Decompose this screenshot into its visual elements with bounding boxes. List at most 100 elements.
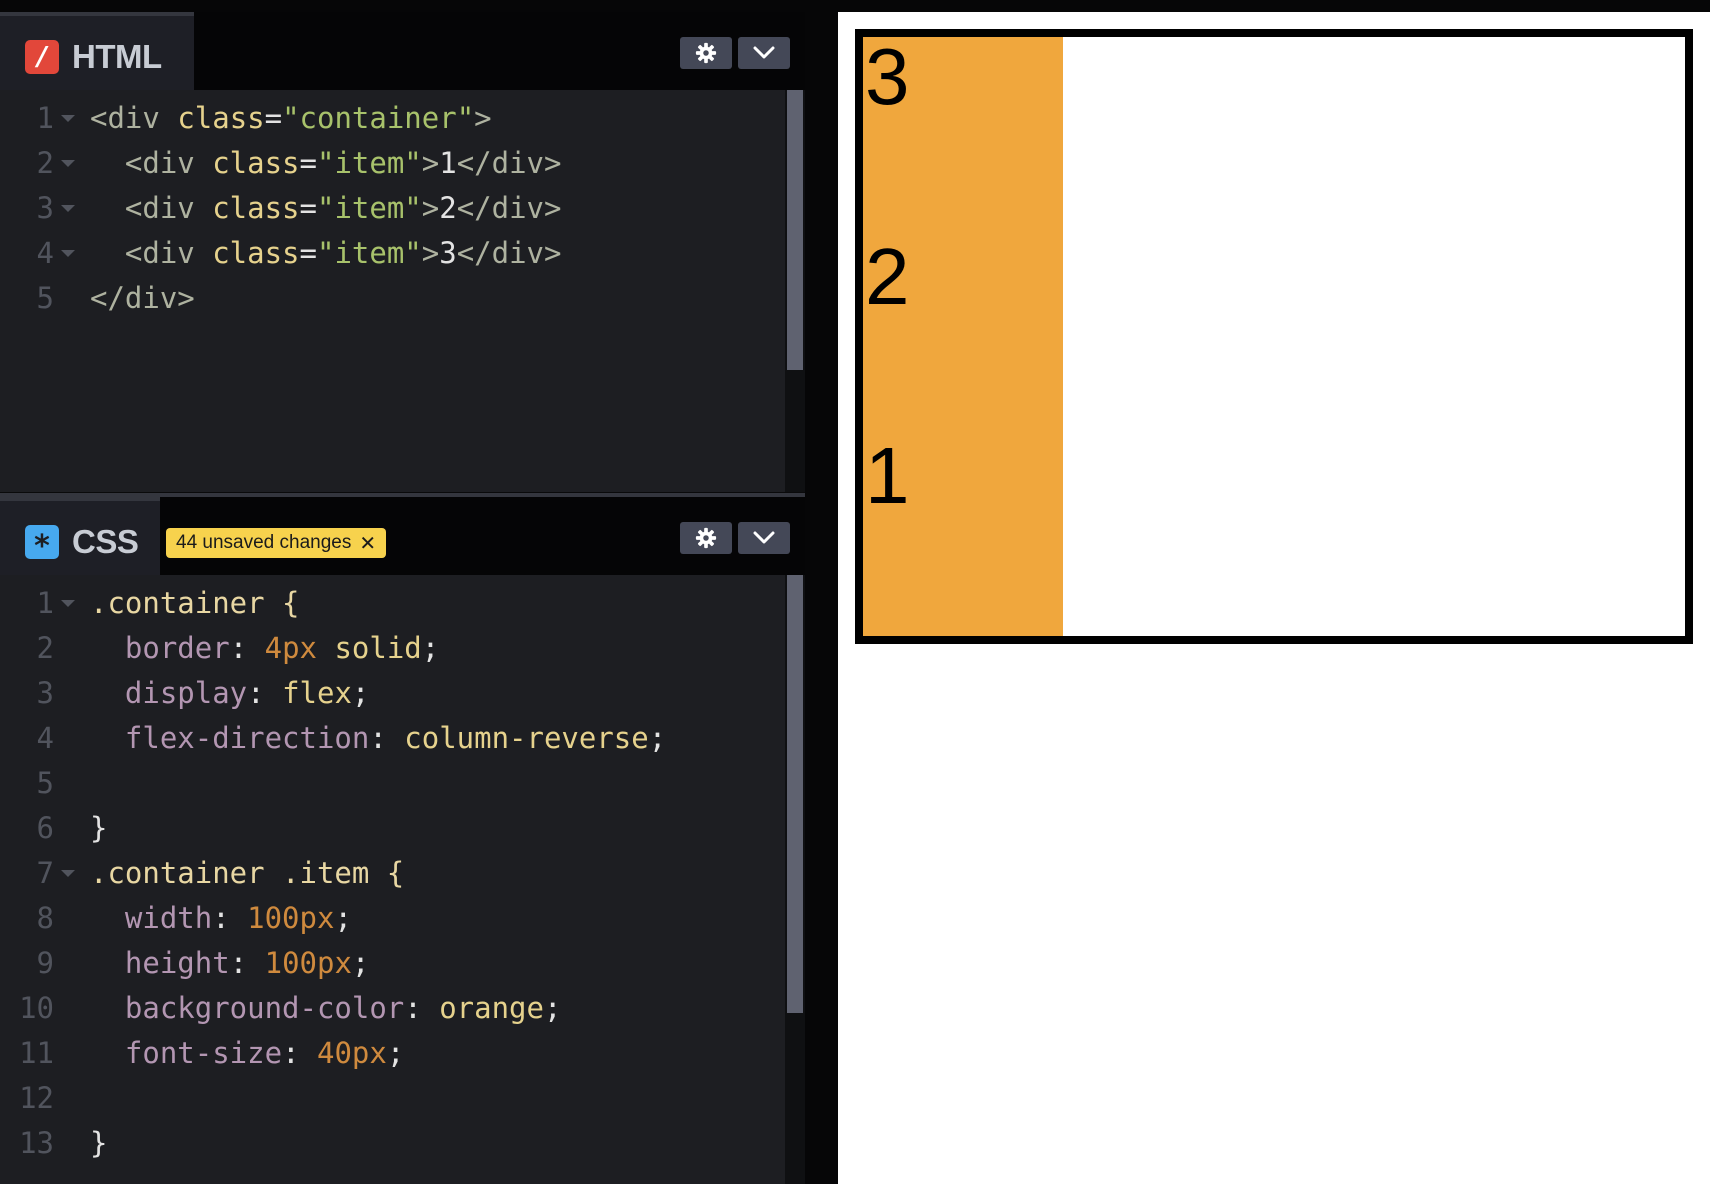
code-token: "container" [282,101,475,135]
code-token: > [421,236,440,270]
code-token: : [229,946,265,980]
code-text: <div class="item">1</div> [90,141,562,186]
code-token: font-size [90,1036,283,1070]
css-code-area[interactable]: 1 .container {2 border: 4px solid; 3 displ… [0,575,805,1184]
code-line[interactable]: 3 <div class="item">2</div> [0,186,780,231]
code-text: font-size: 40px; [90,1031,404,1076]
code-line[interactable]: 5 </div> [0,276,780,321]
css-settings-button[interactable] [680,522,732,554]
css-editor-panel: * CSS 44 unsaved changes ✕ 1 .container … [0,497,805,1184]
fold-arrow-icon[interactable] [61,600,75,607]
code-text: <div class="item">3</div> [90,231,562,276]
css-icon-glyph: * [34,528,50,564]
preview-pane: 123 [838,12,1710,1184]
code-line[interactable]: 5 [0,761,780,806]
top-bar [0,0,1710,12]
code-token: ; [421,631,440,665]
css-collapse-button[interactable] [738,522,790,554]
code-token: = [299,191,317,225]
code-token: : [404,991,440,1025]
preview-item-3: 3 [863,36,1063,237]
fold-arrow-icon[interactable] [61,205,75,212]
code-line[interactable]: 13} [0,1121,780,1166]
slash-icon: / [25,40,59,74]
code-token: 4px [264,631,317,665]
line-number: 8 [36,901,54,935]
preview-resize-gutter[interactable] [805,12,838,1184]
html-editor-panel: / HTML 1 <div class="container"> 2 <div … [0,12,805,492]
code-token: <div [90,101,178,135]
code-line[interactable]: 6} [0,806,780,851]
code-text: } [90,806,107,851]
code-token: height [90,946,230,980]
line-number: 1 [36,101,54,135]
code-text: .container .item { [90,851,404,896]
fold-arrow-icon[interactable] [61,870,75,877]
code-text: border: 4px solid; [90,626,439,671]
line-number: 9 [36,946,54,980]
code-line[interactable]: 2 border: 4px solid; [0,626,780,671]
line-number: 2 [36,146,54,180]
html-scrollbar-thumb[interactable] [787,90,803,370]
code-line[interactable]: 1 <div class="container"> [0,96,780,141]
code-line[interactable]: 4 <div class="item">3</div> [0,231,780,276]
code-token: 100px [264,946,352,980]
code-token: ; [351,676,370,710]
unsaved-changes-badge[interactable]: 44 unsaved changes ✕ [166,528,387,558]
line-number: 5 [36,766,54,800]
code-line[interactable]: 12 [0,1076,780,1121]
line-number: 7 [36,856,54,890]
code-token: ; [334,901,352,935]
code-token: > [421,191,440,225]
code-token: flex-direction [90,721,370,755]
code-token: .container { [90,586,300,620]
code-token: } [90,811,108,845]
code-line[interactable]: 4 flex-direction: column-reverse; [0,716,780,761]
code-text: display: flex; [90,671,369,716]
code-text: .container { [90,581,300,626]
code-token: : [369,721,405,755]
fold-arrow-icon[interactable] [61,160,75,167]
code-token: orange [439,991,544,1025]
line-number: 6 [36,811,54,845]
css-scrollbar-thumb[interactable] [787,575,803,1013]
code-line[interactable]: 7 .container .item { [0,851,780,896]
line-number: 12 [19,1081,54,1115]
code-line[interactable]: 9 height: 100px; [0,941,780,986]
fold-arrow-icon[interactable] [61,115,75,122]
html-tab[interactable]: / HTML [0,12,194,90]
line-number: 3 [36,676,54,710]
code-token: : [282,1036,317,1070]
line-number: 10 [19,991,54,1025]
code-line[interactable]: 2 <div class="item">1</div> [0,141,780,186]
code-text: <div class="item">2</div> [90,186,562,231]
css-tab[interactable]: * CSS [0,497,160,575]
code-line[interactable]: 8 width: 100px; [0,896,780,941]
css-scrollbar[interactable] [785,575,805,1184]
html-collapse-button[interactable] [738,37,790,69]
code-token: : [247,676,283,710]
code-line[interactable]: 10 background-color: orange; [0,986,780,1031]
code-line[interactable]: 1 .container { [0,581,780,626]
html-code-area[interactable]: 1 <div class="container"> 2 <div class="it… [0,90,805,492]
html-settings-button[interactable] [680,37,732,69]
code-text: </div> [90,276,195,321]
code-token: "item" [317,191,422,225]
code-token: = [264,101,283,135]
code-token: : [229,631,265,665]
fold-arrow-icon[interactable] [61,250,75,257]
code-token: class [212,236,300,270]
code-token: "item" [317,146,422,180]
code-token: column-reverse [404,721,649,755]
code-line[interactable]: 3 display: flex; [0,671,780,716]
code-token: </div> [90,281,195,315]
code-token: = [299,146,317,180]
close-icon[interactable]: ✕ [359,531,376,556]
code-text: <div class="container"> [90,96,492,141]
code-token: </div> [456,236,562,270]
html-icon-glyph: / [37,42,47,72]
asterisk-icon: * [25,525,59,564]
code-line[interactable]: 11 font-size: 40px; [0,1031,780,1076]
code-token: 3 [439,236,457,270]
html-scrollbar[interactable] [785,90,805,492]
